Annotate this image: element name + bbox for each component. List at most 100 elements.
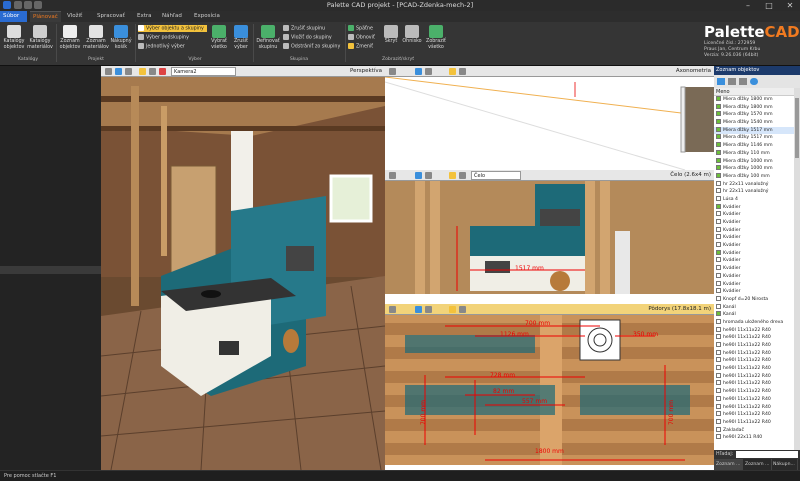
list-item[interactable]: Kvádier [714,203,794,212]
list-item[interactable]: Kvádier [714,226,794,235]
list-item[interactable]: he90l 11x11x22 R40 [714,411,794,419]
camera-icon[interactable] [139,68,146,75]
settings-icon[interactable] [425,306,432,313]
show-all-button[interactable]: Zobraziť všetko [424,25,448,50]
render-icon[interactable] [459,306,466,313]
zoom-icon[interactable] [105,68,112,75]
list-item[interactable]: he90l 11x11x22 R40 [714,342,794,350]
list-item[interactable]: Kvádier [714,280,794,289]
list-item[interactable]: Miera dĺžky 1800 mm [714,96,794,104]
object-list-scrollbar[interactable] [794,88,800,450]
layer-icon[interactable] [449,172,456,179]
list-item[interactable]: he90l 11x11x22 R40 [714,372,794,381]
deselect-button[interactable]: Zrušiť výber [231,25,251,50]
list-item[interactable]: Lúsa 4 [714,195,794,204]
list-item[interactable]: Kvádier [714,234,794,242]
list-item[interactable]: Miera dĺžky 1146 mm [714,142,794,150]
layer-icon[interactable] [449,306,456,313]
list-item[interactable]: he90l 11x11x22 R40 [714,365,794,373]
list-item[interactable]: hromada uloženého dreva [714,318,794,327]
change-option[interactable]: Zmeniť [348,43,373,50]
list-item[interactable]: he90l 22x11 R40 [714,434,794,442]
column-header-name[interactable]: Meno [714,88,794,96]
material-catalog-button[interactable]: Katalógy materiálov [27,25,53,50]
list-item[interactable]: Miera dĺžky 1570 mm [714,111,794,119]
list-item[interactable]: he90l 11x11x22 R40 [714,357,794,365]
visibility-checkbox-icon[interactable] [716,349,721,355]
visibility-checkbox-icon[interactable] [716,272,721,278]
tab-preview[interactable]: Náhľad [159,11,185,22]
ungroup-option[interactable]: Zrušiť skupinu [283,25,325,32]
visibility-checkbox-icon[interactable] [716,111,721,117]
render-icon[interactable] [459,172,466,179]
visibility-checkbox-icon[interactable] [716,188,721,194]
visibility-checkbox-icon[interactable] [716,234,721,240]
tab-object-list[interactable]: Zoznam ... [714,459,744,470]
tab-cart[interactable]: Nákupn... [771,459,798,470]
select-all-button[interactable]: Vybrať všetko [208,25,230,50]
list-item[interactable]: he90l 11x11x22 R40 [714,403,794,412]
tab-insert[interactable]: Vložiť [64,11,85,22]
tab-file[interactable]: Súbor [0,11,27,22]
tab-exposition[interactable]: Exposícia [191,11,223,22]
refresh-icon[interactable] [717,78,725,85]
list-item[interactable]: Kanál [714,311,794,319]
tab-planner[interactable]: Plánovač [30,11,61,22]
cart-button[interactable]: Nákupný košík [110,25,132,50]
visibility-checkbox-icon[interactable] [716,426,721,432]
visibility-checkbox-icon[interactable] [716,180,721,186]
camera-select[interactable]: Kamera2 [171,67,236,76]
list-item[interactable]: Miera dĺžky 1000 mm [714,165,794,173]
visibility-checkbox-icon[interactable] [716,226,721,232]
view-icon[interactable] [115,68,122,75]
close-button[interactable]: ✕ [780,0,800,11]
list-item[interactable]: he90l 11x11x22 R40 [714,395,794,404]
maximize-button[interactable]: □ [759,0,779,11]
visibility-checkbox-icon[interactable] [716,311,721,317]
visibility-checkbox-icon[interactable] [716,411,721,417]
list-item[interactable]: Miera dĺžky 1517 mm [714,134,794,142]
list-item[interactable]: Miera dĺžky 1000 mm [714,157,794,166]
visibility-checkbox-icon[interactable] [716,203,721,209]
visibility-checkbox-icon[interactable] [716,219,721,224]
visibility-checkbox-icon[interactable] [716,96,721,101]
visibility-checkbox-icon[interactable] [716,318,721,324]
list-item[interactable]: Kvádier [714,288,794,296]
visibility-checkbox-icon[interactable] [716,372,721,378]
visibility-checkbox-icon[interactable] [716,142,721,148]
visibility-checkbox-icon[interactable] [716,257,721,263]
render-icon[interactable] [459,68,466,75]
view-icon[interactable] [415,172,422,179]
visibility-checkbox-icon[interactable] [716,149,721,155]
tab-extra[interactable]: Extra [134,11,155,22]
visibility-checkbox-icon[interactable] [716,172,721,178]
tab-material-list[interactable]: Zoznam ... [743,459,773,470]
list-item[interactable]: hr 22x11 vanaložný [714,188,794,196]
front-viewport[interactable]: Čelo Čelo (2.6x4 m) 1517 mm [385,170,714,304]
visibility-checkbox-icon[interactable] [716,157,721,163]
light-icon[interactable] [159,68,166,75]
visibility-checkbox-icon[interactable] [716,403,721,409]
visibility-checkbox-icon[interactable] [716,418,721,424]
list-item[interactable]: Kanál [714,303,794,312]
visibility-checkbox-icon[interactable] [716,342,721,347]
visibility-checkbox-icon[interactable] [716,280,721,286]
scrollbar-thumb[interactable] [795,98,799,158]
list-item[interactable]: he90l 11x11x22 R40 [714,388,794,396]
list-item[interactable]: he90l 11x11x22 R40 [714,418,794,427]
add-to-group-option[interactable]: Vložiť do skupiny [283,34,332,41]
visibility-checkbox-icon[interactable] [716,295,721,301]
remove-from-group-option[interactable]: Odstrániť zo skupiny [283,43,340,50]
select-subgroup-option[interactable]: Výber podskupiny [138,34,189,41]
list-item[interactable]: Miera dĺžky 1517 mm [714,126,794,135]
filter-icon[interactable] [728,78,736,85]
visibility-checkbox-icon[interactable] [716,119,721,125]
list-item[interactable]: he90l 11x11x22 R40 [714,349,794,358]
list-item[interactable]: Miera dĺžky 100 mm [714,172,794,181]
list-item[interactable]: Zakladač [714,426,794,435]
visibility-checkbox-icon[interactable] [716,326,721,332]
axonometric-viewport[interactable]: Axonometria [385,66,714,170]
settings-icon[interactable] [125,68,132,75]
visibility-checkbox-icon[interactable] [716,211,721,217]
visibility-checkbox-icon[interactable] [716,388,721,394]
